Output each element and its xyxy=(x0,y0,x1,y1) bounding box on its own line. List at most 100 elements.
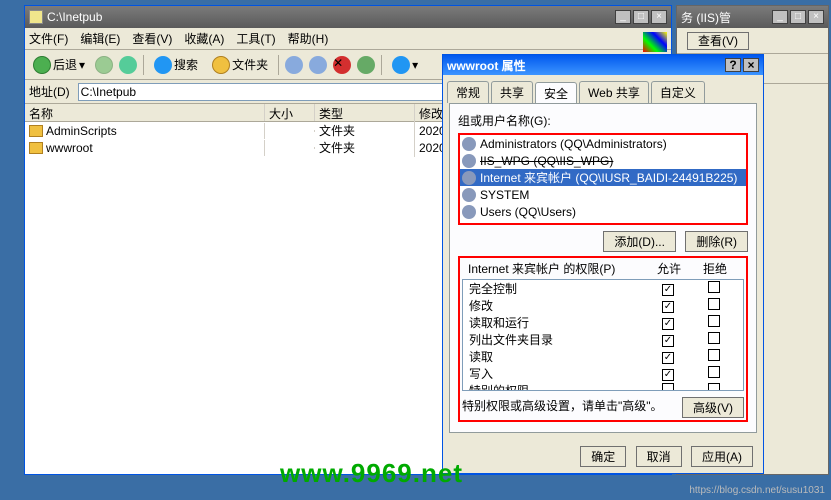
apply-button[interactable]: 应用(A) xyxy=(691,446,753,467)
menubar: 文件(F) 编辑(E) 查看(V) 收藏(A) 工具(T) 帮助(H) xyxy=(25,28,671,50)
permission-row[interactable]: 完全控制 xyxy=(463,280,743,297)
titlebar[interactable]: wwwroot 属性 ? × xyxy=(443,55,763,75)
menu-favorites[interactable]: 收藏(A) xyxy=(184,30,224,47)
views-button[interactable]: ▾ xyxy=(388,54,422,76)
col-allow: 允许 xyxy=(646,260,692,277)
folder-icon xyxy=(29,10,43,24)
deny-checkbox[interactable] xyxy=(708,281,720,293)
close-button[interactable]: × xyxy=(743,58,759,72)
allow-checkbox[interactable] xyxy=(662,318,674,330)
allow-checkbox[interactable] xyxy=(662,301,674,313)
address-label: 地址(D) xyxy=(29,83,70,100)
tab-custom[interactable]: 自定义 xyxy=(651,81,705,103)
titlebar[interactable]: C:\Inetpub _ □ × xyxy=(25,6,671,28)
forward-button[interactable] xyxy=(95,56,113,74)
titlebar: 务 (IIS)管 _ □ × xyxy=(677,6,828,28)
folder-icon xyxy=(29,142,43,154)
deny-checkbox[interactable] xyxy=(708,298,720,310)
users-listbox[interactable]: Administrators (QQ\Administrators) IIS_W… xyxy=(458,133,748,225)
watermark: www.9969.net xyxy=(280,458,463,489)
group-icon xyxy=(462,154,476,168)
col-size[interactable]: 大小 xyxy=(265,104,315,121)
folder-icon xyxy=(212,56,230,74)
security-tab-panel: 组或用户名称(G): Administrators (QQ\Administra… xyxy=(449,103,757,433)
permission-row[interactable]: 写入 xyxy=(463,365,743,382)
toolbar-icon[interactable] xyxy=(309,56,327,74)
csdn-url: https://blog.csdn.net/susu1031 xyxy=(689,485,825,496)
allow-checkbox[interactable] xyxy=(662,369,674,381)
close-button[interactable]: × xyxy=(651,10,667,24)
properties-dialog: wwwroot 属性 ? × 常规 共享 安全 Web 共享 自定义 组或用户名… xyxy=(442,54,764,474)
allow-checkbox[interactable] xyxy=(662,352,674,364)
group-icon xyxy=(462,137,476,151)
deny-checkbox[interactable] xyxy=(708,366,720,378)
close-button[interactable]: × xyxy=(808,10,824,24)
minimize-button[interactable]: _ xyxy=(615,10,631,24)
back-arrow-icon xyxy=(33,56,51,74)
menu-file[interactable]: 文件(F) xyxy=(29,30,68,47)
search-icon xyxy=(154,56,172,74)
views-icon xyxy=(392,56,410,74)
permissions-label: Internet 来宾帐户 的权限(P) xyxy=(468,260,646,277)
windows-logo-icon xyxy=(643,32,667,52)
tab-share[interactable]: 共享 xyxy=(491,81,533,103)
deny-checkbox[interactable] xyxy=(708,332,720,344)
view-menu-button[interactable]: 查看(V) xyxy=(687,32,749,50)
dialog-title: wwwroot 属性 xyxy=(447,57,723,74)
permission-row[interactable]: 修改 xyxy=(463,297,743,314)
col-type[interactable]: 类型 xyxy=(315,104,415,121)
allow-checkbox[interactable] xyxy=(662,335,674,347)
user-row[interactable]: Users (QQ\Users) xyxy=(460,203,746,220)
menu-edit[interactable]: 编辑(E) xyxy=(80,30,120,47)
group-icon xyxy=(462,205,476,219)
tabstrip: 常规 共享 安全 Web 共享 自定义 xyxy=(443,75,763,103)
help-button[interactable]: ? xyxy=(725,58,741,72)
group-users-label: 组或用户名称(G): xyxy=(458,112,748,129)
allow-checkbox[interactable] xyxy=(662,383,674,391)
tab-webshare[interactable]: Web 共享 xyxy=(579,81,649,103)
deny-checkbox[interactable] xyxy=(708,349,720,361)
cancel-button[interactable]: 取消 xyxy=(636,446,682,467)
advanced-button[interactable]: 高级(V) xyxy=(682,397,744,418)
permission-row[interactable]: 特别的权限 xyxy=(463,382,743,391)
window-title: C:\Inetpub xyxy=(47,10,613,24)
window-title: 务 (IIS)管 xyxy=(681,9,770,26)
advanced-note: 特别权限或高级设置，请单击"高级"。 xyxy=(462,397,676,418)
deny-checkbox[interactable] xyxy=(708,383,720,391)
tab-general[interactable]: 常规 xyxy=(447,81,489,103)
allow-checkbox[interactable] xyxy=(662,284,674,296)
ok-button[interactable]: 确定 xyxy=(580,446,626,467)
folders-button[interactable]: 文件夹 xyxy=(208,54,272,76)
permissions-block: Internet 来宾帐户 的权限(P) 允许 拒绝 完全控制修改读取和运行列出… xyxy=(458,256,748,422)
back-button[interactable]: 后退 ▾ xyxy=(29,54,89,76)
toolbar-icon[interactable] xyxy=(285,56,303,74)
permission-row[interactable]: 读取和运行 xyxy=(463,314,743,331)
permission-row[interactable]: 读取 xyxy=(463,348,743,365)
delete-button[interactable]: ✕ xyxy=(333,56,351,74)
user-row[interactable]: SYSTEM xyxy=(460,186,746,203)
user-row-selected[interactable]: Internet 来宾帐户 (QQ\IUSR_BAIDI-24491B225) xyxy=(460,169,746,186)
search-button[interactable]: 搜索 xyxy=(150,54,202,76)
menu-view[interactable]: 查看(V) xyxy=(132,30,172,47)
folder-icon xyxy=(29,125,43,137)
dialog-buttons: 确定 取消 应用(A) xyxy=(574,446,753,467)
col-name[interactable]: 名称 xyxy=(25,104,265,121)
add-button[interactable]: 添加(D)... xyxy=(603,231,676,252)
permissions-listbox[interactable]: 完全控制修改读取和运行列出文件夹目录读取写入特别的权限 xyxy=(462,279,744,391)
undo-button[interactable] xyxy=(357,56,375,74)
minimize-button[interactable]: _ xyxy=(772,10,788,24)
maximize-button[interactable]: □ xyxy=(633,10,649,24)
up-button[interactable] xyxy=(119,56,137,74)
user-icon xyxy=(462,171,476,185)
menu-help[interactable]: 帮助(H) xyxy=(288,30,329,47)
remove-button[interactable]: 删除(R) xyxy=(685,231,748,252)
user-row[interactable]: Administrators (QQ\Administrators) xyxy=(460,135,746,152)
deny-checkbox[interactable] xyxy=(708,315,720,327)
menu-tools[interactable]: 工具(T) xyxy=(236,30,275,47)
tab-security[interactable]: 安全 xyxy=(535,82,577,104)
col-deny: 拒绝 xyxy=(692,260,738,277)
user-row[interactable]: IIS_WPG (QQ\IIS_WPG) xyxy=(460,152,746,169)
maximize-button[interactable]: □ xyxy=(790,10,806,24)
user-icon xyxy=(462,188,476,202)
permission-row[interactable]: 列出文件夹目录 xyxy=(463,331,743,348)
